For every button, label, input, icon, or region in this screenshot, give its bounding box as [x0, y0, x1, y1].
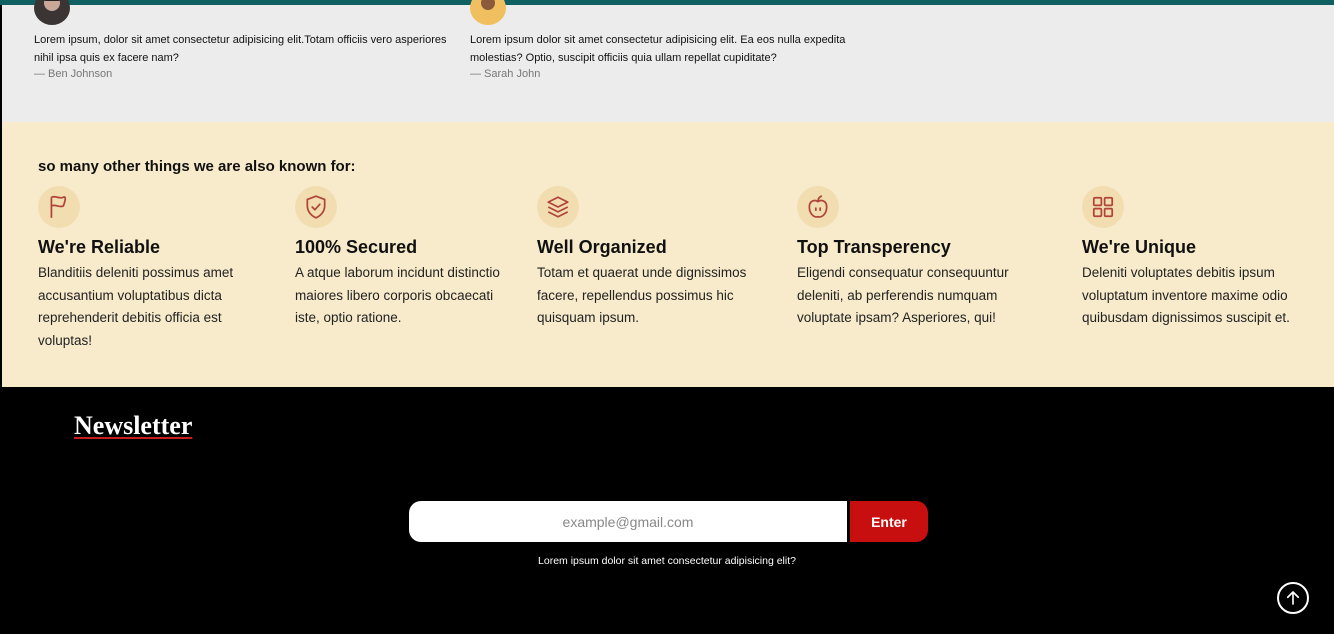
- newsletter-title: Newsletter: [74, 411, 193, 440]
- feature-title: We're Unique: [1082, 237, 1196, 257]
- feature-title: 100% Secured: [295, 237, 418, 257]
- feature-text: Totam et quaerat unde dignissimos facere…: [537, 265, 747, 325]
- feature-text: Eligendi consequatur consequuntur deleni…: [797, 265, 1009, 325]
- features-heading: so many other things we are also known f…: [38, 158, 356, 175]
- layers-icon: [537, 186, 579, 228]
- features-section: so many other things we are also known f…: [2, 122, 1334, 387]
- flag-icon: [38, 186, 80, 228]
- feature-title: Well Organized: [537, 237, 667, 257]
- grid-icon: [1082, 186, 1124, 228]
- arrow-up-icon: [1286, 591, 1300, 605]
- enter-button[interactable]: Enter: [850, 501, 928, 542]
- feature-transparency: Top Transperency Eligendi consequatur co…: [797, 186, 1037, 330]
- shield-check-icon: [295, 186, 337, 228]
- feature-title: We're Reliable: [38, 237, 161, 257]
- avatar: [34, 0, 70, 25]
- email-input[interactable]: [409, 501, 847, 542]
- testimonial-quote: Lorem ipsum dolor sit amet consectetur a…: [470, 34, 846, 64]
- feature-organized: Well Organized Totam et quaerat unde dig…: [537, 186, 762, 330]
- feature-secured: 100% Secured A atque laborum incidunt di…: [295, 186, 520, 330]
- feature-text: A atque laborum incidunt distinctio maio…: [295, 265, 500, 325]
- feature-reliable: We're Reliable Blanditiis deleniti possi…: [38, 186, 253, 352]
- testimonial-quote: Lorem ipsum, dolor sit amet consectetur …: [34, 34, 447, 64]
- feature-unique: We're Unique Deleniti voluptates debitis…: [1082, 186, 1312, 330]
- feature-title: Top Transperency: [797, 237, 951, 257]
- testimonial-author: — Sarah John: [470, 68, 541, 80]
- apple-icon: [797, 186, 839, 228]
- newsletter-form: Enter: [409, 501, 928, 542]
- feature-text: Deleniti voluptates debitis ipsum volupt…: [1082, 265, 1290, 325]
- newsletter-note: Lorem ipsum dolor sit amet consectetur a…: [538, 555, 796, 567]
- avatar: [470, 0, 506, 25]
- testimonials-section: Lorem ipsum, dolor sit amet consectetur …: [2, 0, 1334, 122]
- scroll-to-top-button[interactable]: [1277, 582, 1309, 614]
- feature-text: Blanditiis deleniti possimus amet accusa…: [38, 265, 234, 348]
- testimonial-author: — Ben Johnson: [34, 68, 113, 80]
- newsletter-section: Newsletter Enter Lorem ipsum dolor sit a…: [0, 387, 1334, 634]
